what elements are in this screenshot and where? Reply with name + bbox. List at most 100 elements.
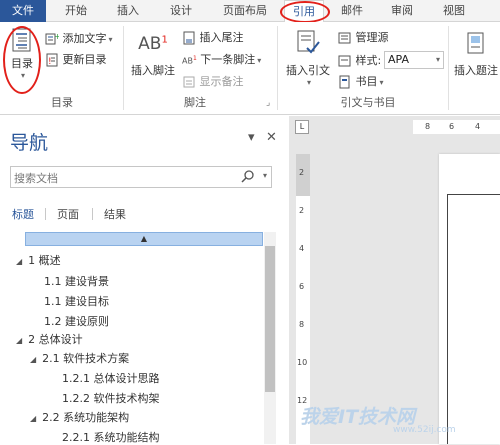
footnote-icon: AB1 xyxy=(138,34,168,54)
expand-triangle-icon[interactable]: ◢ xyxy=(16,257,22,266)
document-page[interactable] xyxy=(439,154,500,444)
show-notes-button[interactable]: 显示备注 xyxy=(182,73,244,89)
style-icon xyxy=(338,55,351,67)
update-table-label: 更新目录 xyxy=(62,53,107,66)
scrollbar-thumb[interactable] xyxy=(265,246,275,392)
bibliography-label: 书目 xyxy=(355,75,378,88)
tab-references[interactable]: 引用 xyxy=(284,0,324,23)
insert-citation-icon xyxy=(297,30,320,54)
vertical-ruler[interactable]: 2 2 4 6 8 10 12 xyxy=(296,154,310,444)
document-area: L 8 6 4 2 2 4 6 8 10 12 xyxy=(289,116,500,444)
heading-item[interactable]: ◢ 2.1 软件技术方案 xyxy=(30,350,129,366)
insert-caption-label: 插入题注 xyxy=(454,64,498,77)
tab-design[interactable]: 设计 xyxy=(163,0,199,22)
style-label: 样式: xyxy=(338,52,381,68)
svg-text:+: + xyxy=(54,32,59,41)
tab-divider xyxy=(45,208,46,220)
tab-headings[interactable]: 标题 xyxy=(12,206,34,222)
tab-pages[interactable]: 页面 xyxy=(57,206,79,222)
heading-item[interactable]: 1.2.1 总体设计思路 xyxy=(62,370,160,386)
next-footnote-label: 下一条脚注 xyxy=(200,53,256,66)
tab-review[interactable]: 审阅 xyxy=(384,0,420,22)
add-text-label: 添加文字 xyxy=(62,32,107,45)
endnote-icon xyxy=(183,31,195,45)
toc-button[interactable]: 目录 ▾ xyxy=(7,28,37,80)
ruler-number: 4 xyxy=(475,122,481,131)
insert-endnote-button[interactable]: 插入尾注 xyxy=(182,29,244,45)
search-placeholder: 搜索文档 xyxy=(14,172,58,185)
heading-item[interactable]: 1.2 建设原则 xyxy=(44,313,109,329)
table-of-contents-icon xyxy=(12,28,31,52)
margin-line xyxy=(447,194,500,195)
heading-item[interactable]: ◢ 2 总体设计 xyxy=(16,331,83,347)
update-table-button[interactable]: ! 更新目录 xyxy=(45,51,107,67)
style-select[interactable]: APA ▾ xyxy=(384,51,444,69)
scroll-up-bar[interactable]: ▲ xyxy=(25,232,263,246)
tab-insert[interactable]: 插入 xyxy=(110,0,146,22)
add-text-button[interactable]: + 添加文字 ▾ xyxy=(45,30,113,46)
tab-layout[interactable]: 页面布局 xyxy=(214,0,276,22)
chevron-down-icon: ▾ xyxy=(20,71,25,80)
tab-divider xyxy=(92,208,93,220)
expand-triangle-icon[interactable]: ◢ xyxy=(30,414,36,423)
manage-sources-label: 管理源 xyxy=(355,31,389,44)
bibliography-button[interactable]: 书目 ▾ xyxy=(338,73,384,89)
ruler-number: 6 xyxy=(299,282,305,291)
next-footnote-icon: AB1 xyxy=(182,54,197,66)
margin-line xyxy=(447,194,448,444)
insert-endnote-label: 插入尾注 xyxy=(199,31,244,44)
update-table-icon: ! xyxy=(46,53,58,67)
ruler-number: 6 xyxy=(449,122,455,131)
tab-file[interactable]: 文件 xyxy=(0,0,46,22)
insert-footnote-button[interactable]: AB1 插入脚注 xyxy=(128,34,178,78)
ruler-number: 8 xyxy=(425,122,431,131)
tab-home[interactable]: 开始 xyxy=(58,0,94,22)
pane-options-icon[interactable]: ▾ xyxy=(248,130,255,145)
heading-item[interactable]: 2.2.1 系统功能结构 xyxy=(62,429,160,445)
insert-footnote-label: 插入脚注 xyxy=(131,64,175,77)
heading-item[interactable]: ◢ 2.2 系统功能架构 xyxy=(30,409,129,425)
next-footnote-button[interactable]: AB1 下一条脚注 ▾ xyxy=(182,51,261,67)
group-separator xyxy=(448,26,449,110)
ribbon-tab-bar: 文件 开始 插入 设计 页面布局 引用 邮件 审阅 视图 xyxy=(0,0,500,23)
tab-view[interactable]: 视图 xyxy=(436,0,472,22)
insert-citation-label: 插入引文 xyxy=(286,64,330,77)
heading-item[interactable]: 1.2.2 软件技术构架 xyxy=(62,390,160,406)
show-notes-label: 显示备注 xyxy=(199,75,244,88)
group-label-citations: 引文与书目 xyxy=(340,96,396,109)
insert-caption-icon xyxy=(467,32,484,54)
tab-results[interactable]: 结果 xyxy=(104,206,126,222)
group-separator xyxy=(123,26,124,110)
expand-triangle-icon[interactable]: ◢ xyxy=(16,336,22,345)
nav-pane-title: 导航 xyxy=(10,132,49,154)
ruler-number: 2 xyxy=(299,168,305,177)
search-icon[interactable] xyxy=(241,169,255,183)
manage-sources-button[interactable]: 管理源 xyxy=(338,29,389,45)
tab-mailings[interactable]: 邮件 xyxy=(334,0,370,22)
toc-button-label: 目录 xyxy=(11,57,33,70)
chevron-down-icon[interactable]: ▾ xyxy=(263,171,267,180)
ruler-number: 4 xyxy=(299,244,305,253)
ruler-number: 10 xyxy=(297,358,308,367)
heading-item[interactable]: 1.1 建设目标 xyxy=(44,293,109,309)
chevron-down-icon: ▾ xyxy=(435,55,440,64)
close-icon[interactable]: ✕ xyxy=(266,130,277,145)
chevron-down-icon: ▾ xyxy=(306,78,311,87)
insert-caption-button[interactable]: 插入题注 xyxy=(452,32,500,78)
insert-citation-button[interactable]: 插入引文 ▾ xyxy=(282,30,334,87)
show-notes-icon xyxy=(183,76,195,88)
style-select-value: APA xyxy=(388,53,409,66)
horizontal-ruler[interactable]: 8 6 4 xyxy=(413,120,500,134)
group-label-footnotes: 脚注 xyxy=(184,96,206,109)
group-separator xyxy=(277,26,278,110)
bibliography-icon xyxy=(339,75,350,89)
tab-selector-button[interactable]: L xyxy=(295,120,309,134)
expand-triangle-icon[interactable]: ◢ xyxy=(30,355,36,364)
dialog-launcher-icon[interactable]: ⌟ xyxy=(266,98,270,108)
heading-item[interactable]: 1.1 建设背景 xyxy=(44,273,109,289)
watermark-url: www.52ij.com xyxy=(393,425,456,435)
ribbon: 目录 ▾ + 添加文字 ▾ ! 更新目录 目录 AB1 插入脚注 插入尾注 AB… xyxy=(0,22,500,115)
heading-item[interactable]: ◢ 1 概述 xyxy=(16,252,61,268)
search-input[interactable]: 搜索文档 ▾ xyxy=(10,166,272,188)
manage-sources-icon xyxy=(338,32,351,44)
